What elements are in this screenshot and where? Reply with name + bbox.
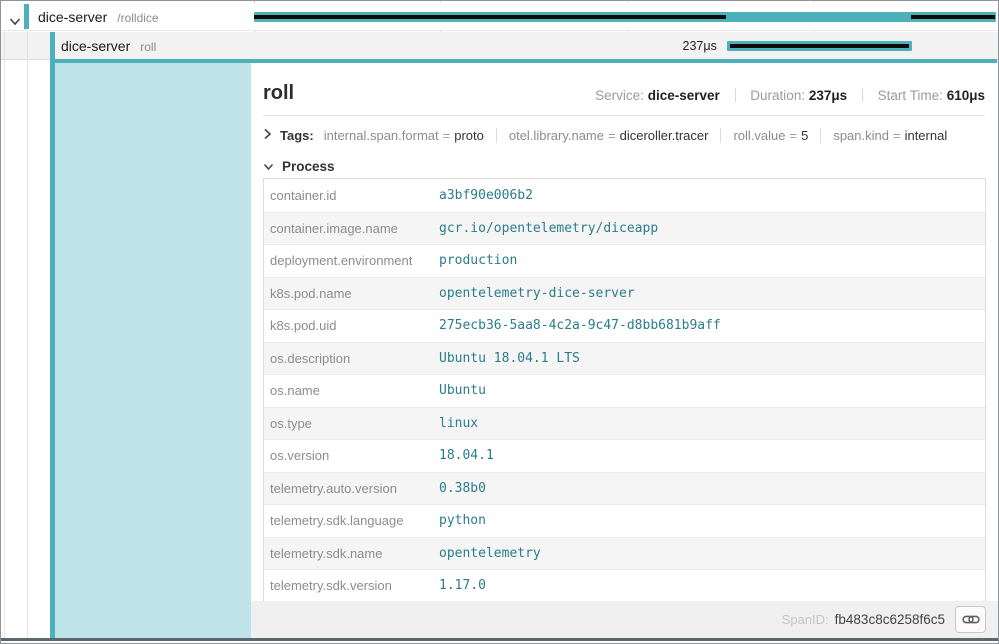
expanded-row-highlight xyxy=(55,63,251,638)
process-section-toggle[interactable]: Process xyxy=(263,155,335,177)
start-time-label: Start Time: xyxy=(878,88,943,103)
operation-name: /rolldice xyxy=(117,11,158,25)
tag-item: roll.value=5 xyxy=(733,128,808,143)
table-row: telemetry.sdk.version1.17.0 xyxy=(264,569,985,602)
tag-separator xyxy=(720,128,721,143)
duration-label: Duration: xyxy=(750,88,805,103)
span-row-roll-selected[interactable]: dice-serverroll 237μs xyxy=(1,32,998,60)
meta-separator xyxy=(735,88,736,102)
tag-separator xyxy=(496,128,497,143)
table-row: k8s.pod.uid275ecb36-5aa8-4c2a-9c47-d8bb6… xyxy=(264,309,985,342)
span-bar-rolldice[interactable] xyxy=(254,12,996,22)
spanid-label: SpanID: xyxy=(782,612,829,627)
process-table: container.ida3bf90e006b2 container.image… xyxy=(263,178,986,603)
tag-item: internal.span.format=proto xyxy=(324,128,484,143)
title-divider xyxy=(263,115,985,116)
critical-path-segment xyxy=(911,15,996,19)
service-color-bar xyxy=(24,4,29,29)
tag-separator xyxy=(820,128,821,143)
span-detail-meta: Service: dice-server Duration: 237μs Sta… xyxy=(595,88,985,103)
process-label: Process xyxy=(282,159,335,174)
service-name: dice-serverroll xyxy=(61,38,156,54)
critical-path-segment xyxy=(730,44,908,48)
meta-separator xyxy=(862,88,863,102)
table-row: telemetry.sdk.languagepython xyxy=(264,504,985,537)
service-value: dice-server xyxy=(648,88,720,103)
table-row: container.ida3bf90e006b2 xyxy=(264,179,985,212)
table-row: os.nameUbuntu xyxy=(264,374,985,407)
span-detail-footer: SpanID: fb483c8c6258f6c5 xyxy=(251,601,999,638)
tag-item: otel.library.name=diceroller.tracer xyxy=(509,128,709,143)
span-detail-title: roll xyxy=(263,82,294,105)
table-row: container.image.namegcr.io/opentelemetry… xyxy=(264,212,985,245)
copy-link-button[interactable] xyxy=(955,606,986,633)
span-bar-roll[interactable] xyxy=(727,41,911,51)
span-name-cell[interactable]: dice-server/rolldice xyxy=(1,3,254,30)
service-label: Service: xyxy=(595,88,644,103)
span-duration-label: 237μs xyxy=(683,32,723,60)
chevron-down-icon[interactable] xyxy=(9,13,21,31)
tag-item: span.kind=internal xyxy=(833,128,947,143)
span-row-rolldice[interactable]: dice-server/rolldice xyxy=(1,3,998,31)
table-row: os.typelinux xyxy=(264,407,985,440)
chevron-down-icon[interactable] xyxy=(263,159,274,174)
table-row: k8s.pod.nameopentelemetry-dice-server xyxy=(264,277,985,310)
table-row: deployment.environmentproduction xyxy=(264,244,985,277)
chevron-right-icon[interactable] xyxy=(263,128,272,143)
service-name: dice-server/rolldice xyxy=(38,9,159,25)
bottom-edge xyxy=(1,638,998,641)
span-detail-card: roll Service: dice-server Duration: 237μ… xyxy=(251,63,999,638)
tags-label: Tags: xyxy=(280,128,314,143)
operation-name: roll xyxy=(140,40,156,54)
tags-section-toggle[interactable]: Tags: internal.span.format=proto otel.li… xyxy=(263,122,985,148)
span-bar-lane xyxy=(254,3,997,31)
start-time-value: 610μs xyxy=(947,88,985,103)
jaeger-trace-view: dice-server/rolldice dice-serverroll 237… xyxy=(0,0,999,644)
table-row: os.version18.04.1 xyxy=(264,439,985,472)
spanid-value: fb483c8c6258f6c5 xyxy=(835,612,945,627)
critical-path-segment xyxy=(254,15,726,19)
link-icon xyxy=(962,613,980,626)
table-row: telemetry.sdk.nameopentelemetry xyxy=(264,537,985,570)
indent-guide xyxy=(27,31,28,638)
span-name-cell[interactable]: dice-serverroll xyxy=(1,32,254,59)
table-row: telemetry.auto.version0.38b0 xyxy=(264,472,985,505)
indent-guide xyxy=(4,31,5,638)
span-bar-lane: 237μs xyxy=(254,32,997,60)
table-row: os.descriptionUbuntu 18.04.1 LTS xyxy=(264,342,985,375)
duration-value: 237μs xyxy=(809,88,847,103)
